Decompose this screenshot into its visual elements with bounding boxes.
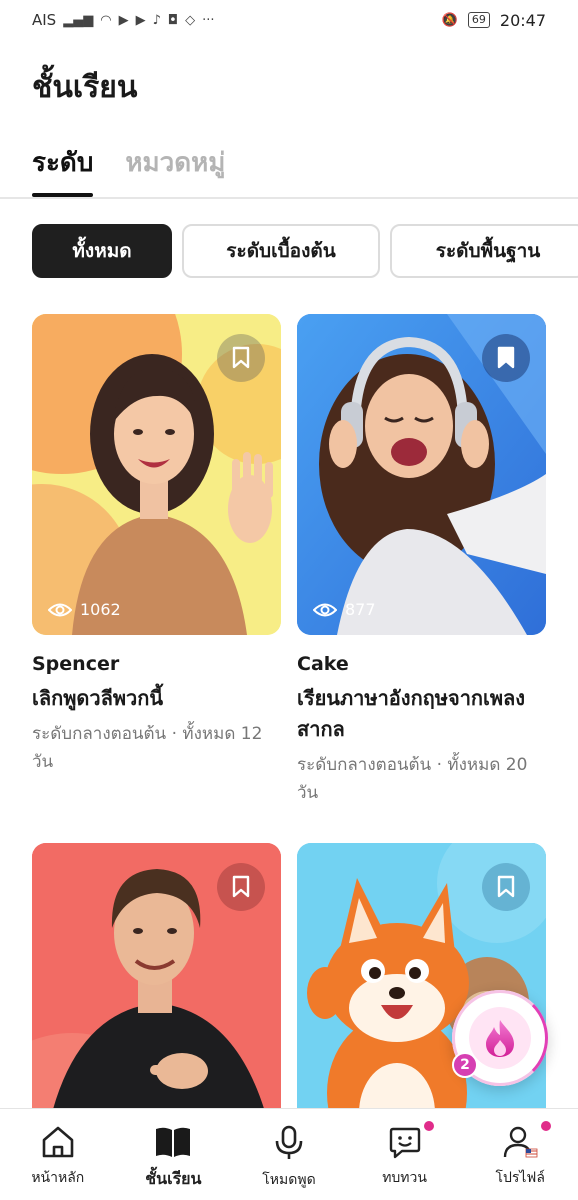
clock: 20:47 [499,10,546,30]
course-thumbnail: 877 [297,314,546,635]
nav-profile-label: โปรไฟล์ [495,1170,545,1186]
tab-level[interactable]: ระดับ [32,142,94,197]
streak-count-badge: 2 [452,1052,478,1078]
nav-profile[interactable]: โปรไฟล์ [465,1121,575,1189]
status-bar: AIS ▂▄▆ ◠ ▶ ▶ ♪ ◘ ◇ ··· 🔕 69 20:47 [0,0,578,40]
wifi-icon: ◠ [100,12,112,28]
course-meta: ระดับกลางตอนต้น · ทั้งหมด 20 วัน [297,755,528,803]
home-icon [42,1126,74,1158]
bookmark-icon [232,346,250,369]
streak-fire-button[interactable]: 2 [452,990,548,1086]
page-title: ชั้นเรียน [32,70,138,105]
battery-icon: 69 [467,12,490,28]
filter-chip-all[interactable]: ทั้งหมด [32,224,172,278]
nav-speaking-label: โหมดพูด [262,1172,316,1188]
bottom-nav: หน้าหลัก ชั้นเรียน โหมดพูด ทบทวน โปรไฟล์ [0,1108,578,1200]
nav-home-label: หน้าหลัก [31,1170,85,1186]
course-title: เรียนภาษาอังกฤษจากเพลงสากล [297,686,526,741]
filter-chips: ทั้งหมด ระดับเบื้องต้น ระดับพื้นฐาน [32,224,578,278]
view-count: 1062 [48,600,121,619]
smiley-chat-icon [389,1127,420,1159]
filter-chip-beginner[interactable]: ระดับเบื้องต้น [182,224,380,278]
diamond-icon: ◇ [185,12,196,28]
tab-bar: ระดับ หมวดหมู่ [32,142,225,197]
profile-icon [503,1126,538,1158]
bookmark-icon [497,875,515,898]
bookmark-button[interactable] [217,334,265,382]
tiktok-icon: ♪ [152,12,161,28]
signal-icon: ▂▄▆ [63,12,94,28]
shopping-bag-icon: ◘ [167,12,179,28]
nav-speaking[interactable]: โหมดพูด [234,1125,344,1191]
more-icon: ··· [202,12,215,28]
bookmark-button[interactable] [482,863,530,911]
course-title: เลิกพูดวลีพวกนี้ [32,686,164,710]
youtube-icon: ▶ [118,12,129,28]
view-count-value: 1062 [80,600,121,619]
course-card[interactable]: 1062 Spencer เลิกพูดวลีพวกนี้ ระดับกลางต… [32,314,281,776]
course-card[interactable]: 877 Cake เรียนภาษาอังกฤษจากเพลงสากล ระดั… [297,314,546,807]
filter-chip-basic[interactable]: ระดับพื้นฐาน [390,224,578,278]
nav-classes[interactable]: ชั้นเรียน [118,1125,228,1192]
teacher-name: Cake [297,653,349,675]
microphone-icon [275,1125,303,1159]
bookmark-button[interactable] [217,863,265,911]
youtube-icon: ▶ [135,12,146,28]
nav-home[interactable]: หน้าหลัก [3,1125,113,1189]
mute-bell-icon: 🔕 [441,12,458,28]
nav-review[interactable]: ทบทวน [350,1121,460,1189]
nav-classes-label: ชั้นเรียน [145,1169,202,1188]
book-icon [156,1127,191,1157]
course-thumbnail: 1062 [32,314,281,635]
eye-icon [48,603,72,616]
bookmark-filled-icon [497,346,515,369]
view-count: 877 [313,600,376,619]
teacher-name: Spencer [32,653,120,675]
carrier-label: AIS [32,11,57,29]
tabs-divider [0,197,578,199]
bookmark-icon [232,875,250,898]
view-count-value: 877 [345,600,376,619]
eye-icon [313,603,337,616]
notification-dot [423,1121,434,1131]
course-meta: ระดับกลางตอนต้น · ทั้งหมด 12 วัน [32,724,263,772]
bookmark-button[interactable] [482,334,530,382]
tab-category[interactable]: หมวดหมู่ [125,142,225,197]
notification-dot [541,1121,552,1131]
nav-review-label: ทบทวน [382,1170,427,1186]
